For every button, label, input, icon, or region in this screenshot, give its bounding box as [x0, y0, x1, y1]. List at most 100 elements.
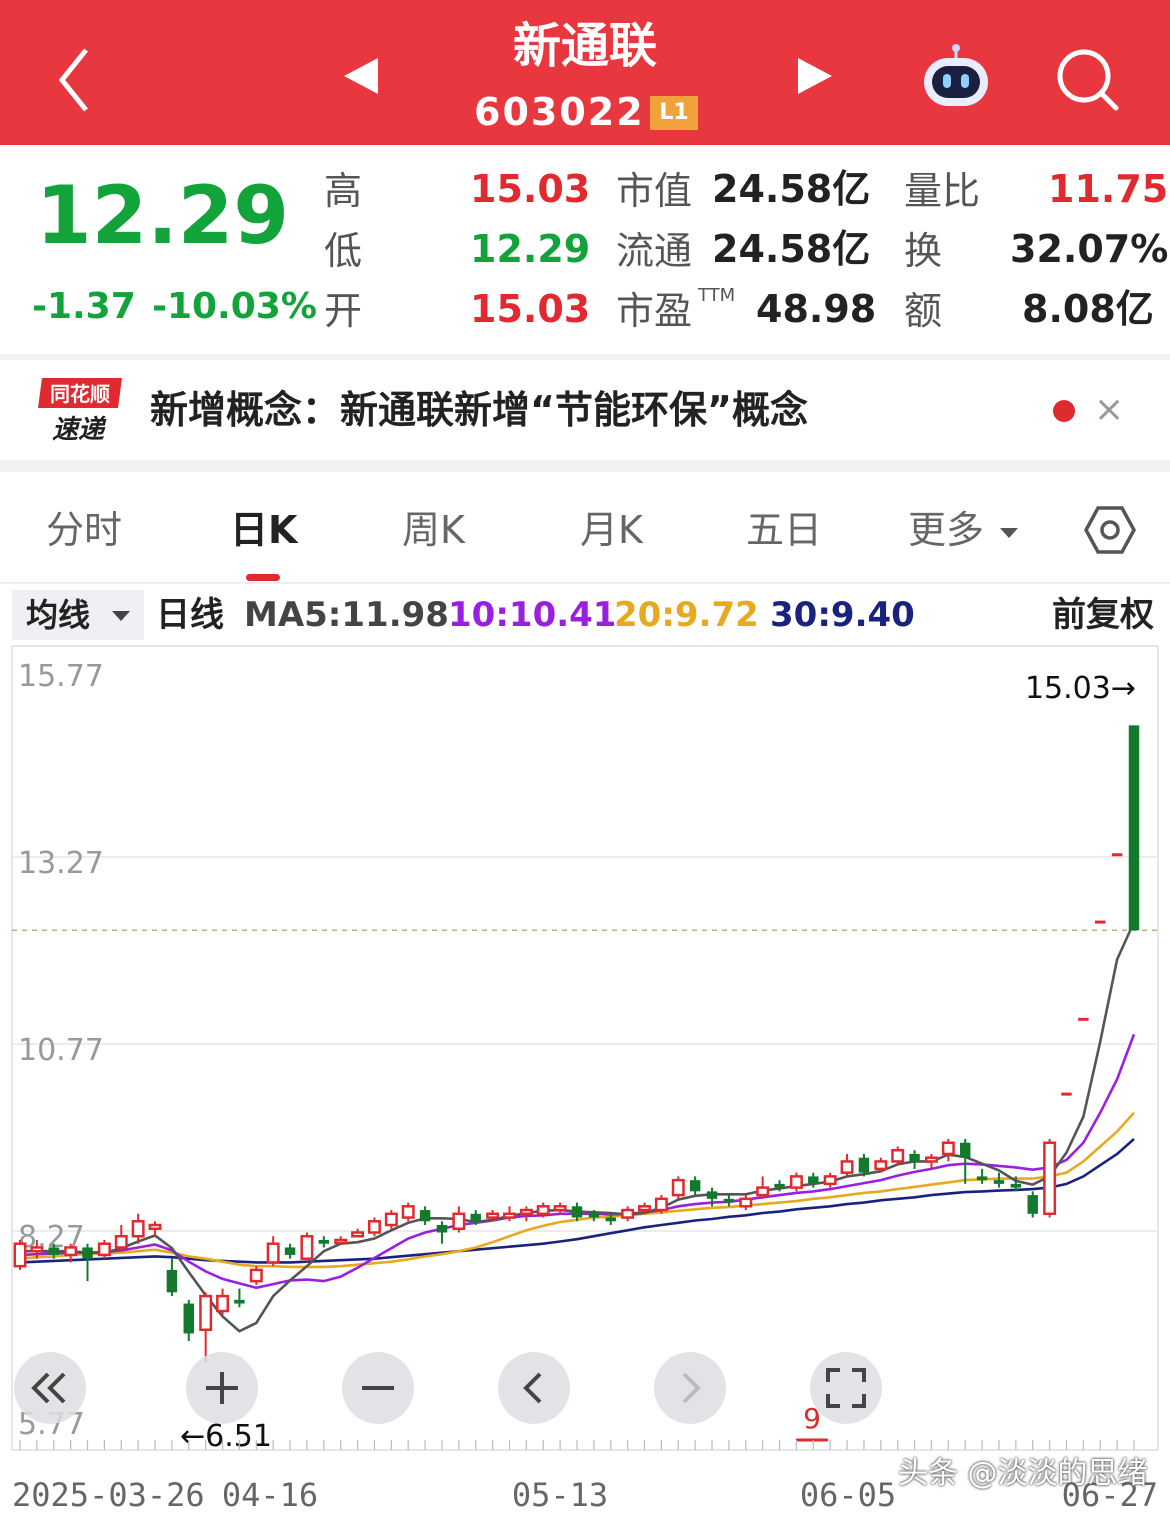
- adjust-mode[interactable]: 前复权: [1052, 594, 1154, 636]
- active-tab-indicator: [246, 574, 280, 581]
- tab-more-label: 更多: [908, 508, 985, 552]
- low-label: 低: [324, 229, 363, 273]
- stock-name: 新通联: [512, 18, 657, 74]
- turnover-value: 32.07%: [1010, 227, 1169, 271]
- open-label: 开: [324, 289, 363, 333]
- fullscreen-button[interactable]: [810, 1352, 882, 1424]
- candle-body: [452, 1212, 466, 1231]
- candle-body: [571, 1206, 583, 1218]
- candle-body: [874, 1160, 888, 1171]
- fullscreen-icon: [826, 1368, 866, 1408]
- candle-body: [909, 1153, 920, 1162]
- candlestick-chart[interactable]: 15.7713.2710.778.275.7715.03→←6.5192025-…: [0, 642, 1170, 1517]
- ai-robot-icon[interactable]: [918, 44, 994, 110]
- next-triangle-icon[interactable]: [798, 58, 832, 94]
- ma10-value: 10:10.41: [448, 595, 617, 635]
- quote-panel: 12.29 -1.37 -10.03% 高 15.03 低 12.29 开 15…: [0, 145, 1170, 355]
- high-value: 15.03: [470, 167, 591, 211]
- pe-label: 市盈: [616, 289, 693, 333]
- logo-top-text: 同花顺: [50, 382, 110, 406]
- candle-body: [671, 1178, 685, 1197]
- candle-body: [789, 1175, 803, 1189]
- tab-weekly-k[interactable]: 周K: [402, 506, 465, 554]
- candle-body: [1010, 1183, 1022, 1188]
- ma5-value: MA5:11.98: [244, 595, 449, 635]
- tab-five-day[interactable]: 五日: [746, 506, 822, 554]
- x-axis-label: 2025-03-26: [12, 1476, 205, 1514]
- divider: [0, 460, 1170, 472]
- ma-legend: 均线 日线 MA5:11.98 10:10.41 20:9.72 30:9.40…: [0, 586, 1170, 642]
- indicator-select[interactable]: 均线: [12, 590, 144, 640]
- candle-body: [858, 1157, 870, 1173]
- candle-body: [976, 1176, 988, 1181]
- next-button[interactable]: [654, 1352, 726, 1424]
- chevron-left-icon: [523, 1372, 542, 1404]
- back-chevron-icon[interactable]: [50, 44, 100, 114]
- zoom-out-button[interactable]: [342, 1352, 414, 1424]
- y-tick-label: 13.27: [18, 846, 104, 881]
- candle-body: [840, 1160, 854, 1174]
- scroll-left-button[interactable]: [14, 1352, 86, 1424]
- float-label: 流通: [616, 229, 693, 273]
- candle-body: [334, 1238, 348, 1245]
- candle-body: [384, 1212, 398, 1227]
- candle-body: [638, 1205, 651, 1212]
- pe-value: 48.98: [756, 287, 877, 331]
- float-value: 24.58亿: [712, 227, 871, 271]
- candle-doji: [1095, 920, 1106, 924]
- candle-body: [234, 1299, 245, 1304]
- tab-more[interactable]: 更多: [908, 506, 1019, 554]
- candle-body: [706, 1191, 718, 1199]
- candle-body: [284, 1247, 296, 1255]
- candle-body: [941, 1141, 955, 1156]
- news-banner[interactable]: 同花顺 速递 新增概念：新通联新增“节能环保”概念 ×: [0, 360, 1170, 460]
- candle-body: [266, 1242, 280, 1264]
- plus-icon: [206, 1372, 238, 1404]
- ma20-value: 20:9.72: [614, 595, 759, 635]
- prev-button[interactable]: [498, 1352, 570, 1424]
- candle-body: [131, 1220, 145, 1238]
- candle-body: [486, 1212, 500, 1219]
- news-headline[interactable]: 新增概念：新通联新增“节能环保”概念: [150, 384, 808, 436]
- zoom-in-button[interactable]: [186, 1352, 258, 1424]
- candle-doji: [1061, 1092, 1072, 1096]
- chevron-down-icon: [112, 611, 130, 621]
- ma20-line: [19, 1111, 1135, 1269]
- tab-daily-k[interactable]: 日K: [230, 506, 297, 554]
- period-label: 日线: [156, 595, 224, 635]
- chevron-down-icon: [1000, 527, 1019, 538]
- logo-bottom-text: 速递: [52, 415, 107, 445]
- prev-triangle-icon[interactable]: [344, 58, 378, 94]
- candle-doji: [1111, 853, 1123, 857]
- candle-body: [621, 1208, 635, 1219]
- candle-body: [13, 1242, 27, 1268]
- candle-body: [1128, 725, 1140, 931]
- price-change-pct: -10.03%: [152, 286, 317, 327]
- x-axis-label: 06-05: [800, 1476, 896, 1514]
- candle-body: [959, 1142, 971, 1158]
- candle-body: [351, 1231, 365, 1238]
- candle-body: [148, 1223, 162, 1231]
- tab-intraday[interactable]: 分时: [46, 506, 122, 554]
- candle-body: [774, 1183, 785, 1188]
- high-label: 高: [324, 169, 363, 213]
- candle-body: [419, 1210, 431, 1222]
- ma10-line: [19, 1033, 1136, 1290]
- settings-icon[interactable]: [1084, 504, 1136, 556]
- amount-value: 8.08亿: [1022, 287, 1154, 331]
- close-icon[interactable]: ×: [1094, 388, 1124, 432]
- tab-monthly-k[interactable]: 月K: [580, 506, 643, 554]
- min-price-label: ←6.51: [180, 1419, 272, 1454]
- amount-label: 额: [904, 289, 943, 333]
- candle-body: [64, 1246, 78, 1257]
- candle-body: [318, 1239, 330, 1244]
- candle-body: [82, 1247, 93, 1259]
- candle-body: [199, 1294, 213, 1331]
- candle-body: [605, 1217, 616, 1222]
- candle-body: [689, 1180, 701, 1192]
- search-icon[interactable]: [1054, 46, 1120, 112]
- mktcap-value: 24.58亿: [712, 167, 871, 211]
- candle-body: [470, 1213, 481, 1222]
- vol-ratio-label: 量比: [904, 169, 981, 213]
- stock-code: 603022: [474, 90, 645, 134]
